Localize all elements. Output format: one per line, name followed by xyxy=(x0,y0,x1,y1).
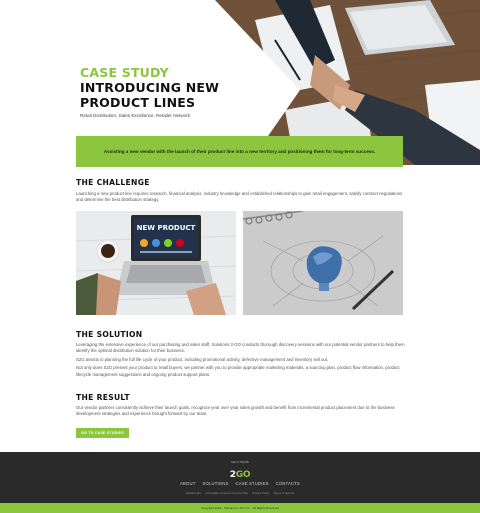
solution-paragraph-3: Not only does S2G present your product t… xyxy=(76,365,400,377)
copyright-bar: Copyright 2024 · Solutions 2-GO Inc. · A… xyxy=(0,503,480,513)
challenge-section: THE CHALLENGE Launching a new product li… xyxy=(76,178,406,204)
footer-link-privacy[interactable]: Privacy Policy xyxy=(252,491,269,495)
solution-heading: THE SOLUTION xyxy=(76,330,143,339)
hero-text-block: CASE STUDY INTRODUCING NEW PRODUCT LINES… xyxy=(80,65,320,119)
solution-section: THE SOLUTION Leveraging the extensive ex… xyxy=(76,330,406,378)
challenge-body: Launching a new product line requires re… xyxy=(76,191,403,203)
result-heading: THE RESULT xyxy=(76,393,130,402)
hero-eyebrow: CASE STUDY xyxy=(80,65,169,80)
sketch-lightbulb-image xyxy=(243,211,403,315)
result-section: THE RESULT Our vendor partners consisten… xyxy=(76,393,406,418)
logo-small-text: SOLUTIONS xyxy=(231,461,249,464)
solution-paragraph-2: S2G assists in planning the full life cy… xyxy=(76,356,329,362)
footer-nav-solutions[interactable]: SOLUTIONS xyxy=(202,481,228,486)
intro-banner-text: Assisting a new vendor with the launch o… xyxy=(103,149,376,154)
logo-main-text: 2GO xyxy=(230,470,251,480)
footer-nav: ABOUT SOLUTIONS CASE STUDIES CONTACTS xyxy=(0,481,480,486)
footer-nav-about[interactable]: ABOUT xyxy=(180,481,195,486)
image-row: NEW PRODUCT xyxy=(76,211,403,315)
case-studies-button-label: GO TO CASE STUDIES xyxy=(81,431,124,435)
solution-paragraph-1: Leveraging the extensive experience of o… xyxy=(76,342,405,354)
footer-nav-case-studies[interactable]: CASE STUDIES xyxy=(235,481,268,486)
footer-link-global-index[interactable]: Global Index xyxy=(186,491,202,495)
footer-nav-contacts[interactable]: CONTACTS xyxy=(276,481,300,486)
page-title: INTRODUCING NEW PRODUCT LINES xyxy=(80,80,220,110)
footer-logo[interactable]: SOLUTIONS 2GO xyxy=(224,461,256,482)
footer-link-accessible-plan[interactable]: Accessible Customer Service Plan xyxy=(205,491,248,495)
hero-subtitle: Retail Distribution, Sales Excellence, R… xyxy=(80,113,191,118)
result-body: Our vendor partners consistently achieve… xyxy=(76,405,395,417)
challenge-heading: THE CHALLENGE xyxy=(76,178,150,187)
case-studies-button[interactable]: GO TO CASE STUDIES xyxy=(76,428,129,438)
logo-go: GO xyxy=(235,470,251,480)
copyright-text: Copyright 2024 · Solutions 2-GO Inc. · A… xyxy=(200,506,280,510)
laptop-screen-text: NEW PRODUCT xyxy=(137,224,196,232)
footer-legal-links: Global Index Accessible Customer Service… xyxy=(0,491,480,495)
intro-banner: Assisting a new vendor with the launch o… xyxy=(76,136,403,167)
laptop-new-product-image: NEW PRODUCT xyxy=(76,211,236,315)
footer-link-terms[interactable]: Terms of Service xyxy=(274,491,295,495)
